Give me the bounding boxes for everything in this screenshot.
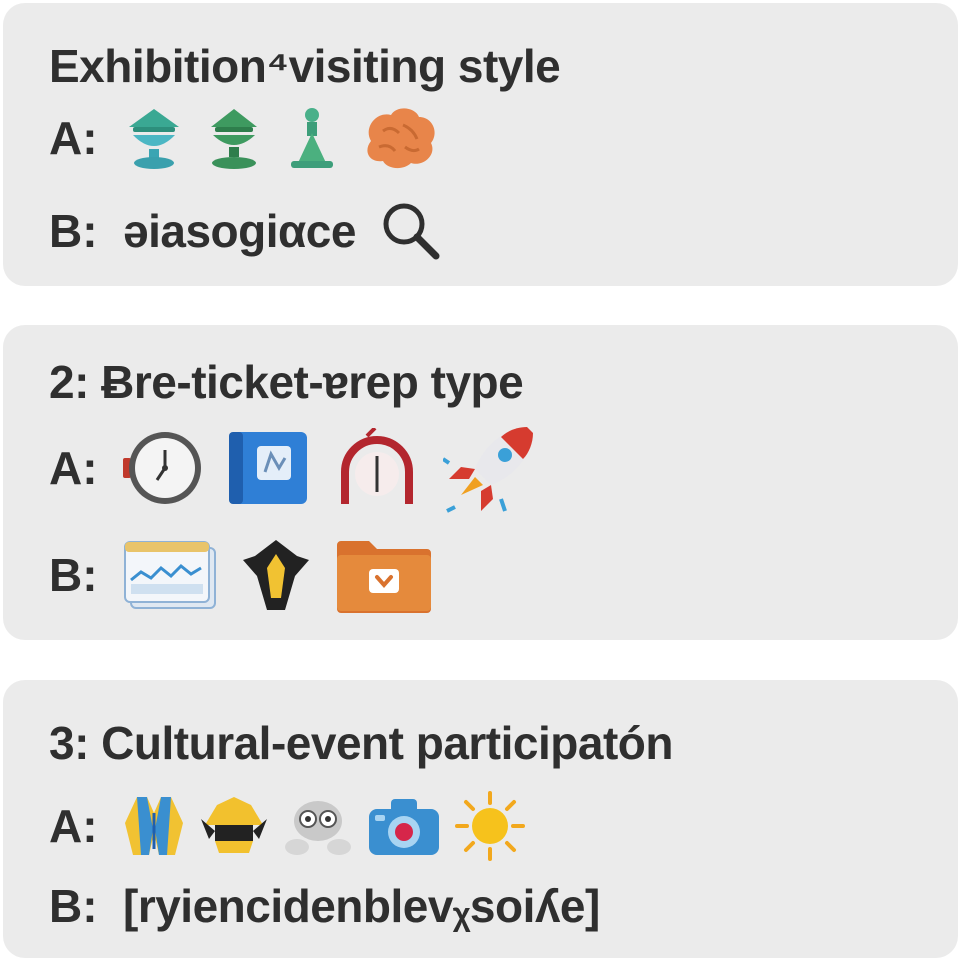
orange-folder-icon [335, 537, 433, 613]
option-label: B: [49, 549, 98, 601]
option-label: B: [49, 205, 98, 257]
browser-window-icon [123, 538, 217, 612]
question-card-1: Exhibition⁴visiting style A: B: əiasogiα… [3, 3, 958, 286]
robot-face-icon [283, 795, 353, 857]
question-title: Exhibition⁴visiting style [49, 40, 561, 92]
option-a-row[interactable]: A: [49, 98, 439, 178]
sun-icon [455, 791, 525, 861]
option-b-row[interactable]: B: [ryiencidenblevᵪsoiʎe] [49, 866, 600, 946]
blue-book-icon [227, 428, 311, 508]
option-a-row[interactable]: A: [49, 786, 525, 866]
magnifier-icon [378, 198, 444, 264]
camera-icon [367, 795, 441, 857]
question-card-2: 2: Ƀre-ticket-ɐrep type A: B: [3, 325, 958, 640]
option-a-row[interactable]: A: [49, 427, 537, 513]
red-horseshoe-clock-icon [335, 428, 419, 508]
teal-pedestal-bowl-icon [123, 105, 185, 171]
option-b-row[interactable]: B: əiasogiαce [49, 191, 444, 271]
green-pedestal-bowl-icon [203, 105, 265, 171]
question-card-3: 3: Cultural-event participatón A: B: [ry… [3, 680, 958, 958]
question-title: 3: Cultural-event participatón [49, 717, 673, 769]
option-text: əiasogiαce [123, 205, 356, 257]
question-title: 2: Ƀre-ticket-ɐrep type [49, 356, 524, 408]
orange-brain-icon [359, 103, 439, 173]
option-label: A: [49, 112, 98, 164]
option-text: [ryiencidenblevᵪsoiʎe] [123, 880, 600, 932]
green-figurine-icon [283, 105, 341, 171]
option-label: B: [49, 880, 98, 932]
yellow-gem-icon [241, 538, 311, 612]
option-b-row[interactable]: B: [49, 535, 433, 615]
rocket-icon [443, 423, 537, 513]
option-label: A: [49, 442, 98, 494]
clock-icon [123, 428, 203, 508]
yellow-jacket-icon [123, 793, 185, 859]
crown-icon [199, 795, 269, 857]
option-label: A: [49, 800, 98, 852]
